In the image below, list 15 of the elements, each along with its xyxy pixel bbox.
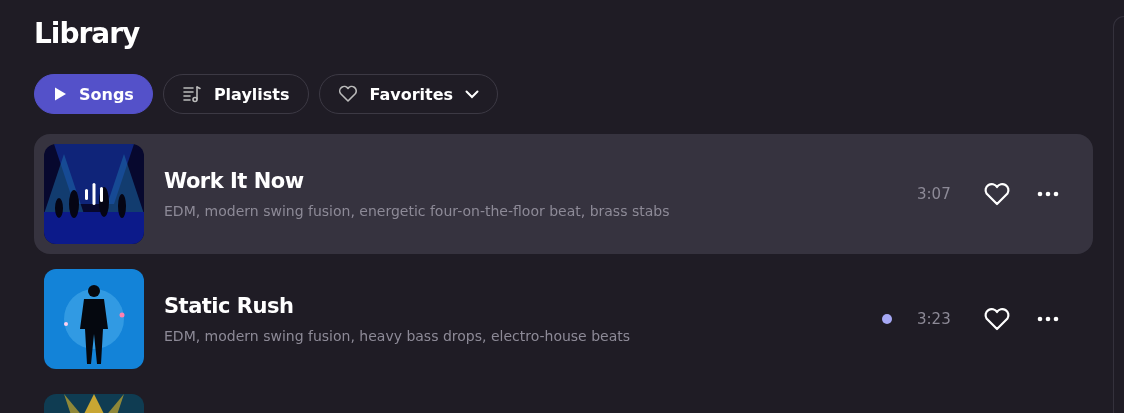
- more-icon[interactable]: [1037, 191, 1059, 197]
- play-icon: [53, 86, 67, 102]
- song-title: Static Rush: [164, 294, 295, 318]
- heart-icon[interactable]: [983, 182, 1011, 206]
- heart-icon[interactable]: [983, 307, 1011, 331]
- song-title: Work It Now: [164, 169, 305, 193]
- tab[interactable]: Songs: [34, 74, 153, 114]
- song-duration: 3:23: [917, 310, 952, 328]
- more-icon[interactable]: [1037, 316, 1059, 322]
- heart-icon: [337, 85, 358, 103]
- song-description: EDM, modern swing fusion, heavy bass drops, electro-house beats: [164, 328, 632, 344]
- song-duration: 3:07: [917, 185, 952, 203]
- song-description: EDM, modern swing fusion, energetic four-on-the-floor beat, brass stabs: [164, 203, 671, 219]
- page-title: Library: [34, 16, 141, 52]
- playlist-icon: [181, 84, 202, 104]
